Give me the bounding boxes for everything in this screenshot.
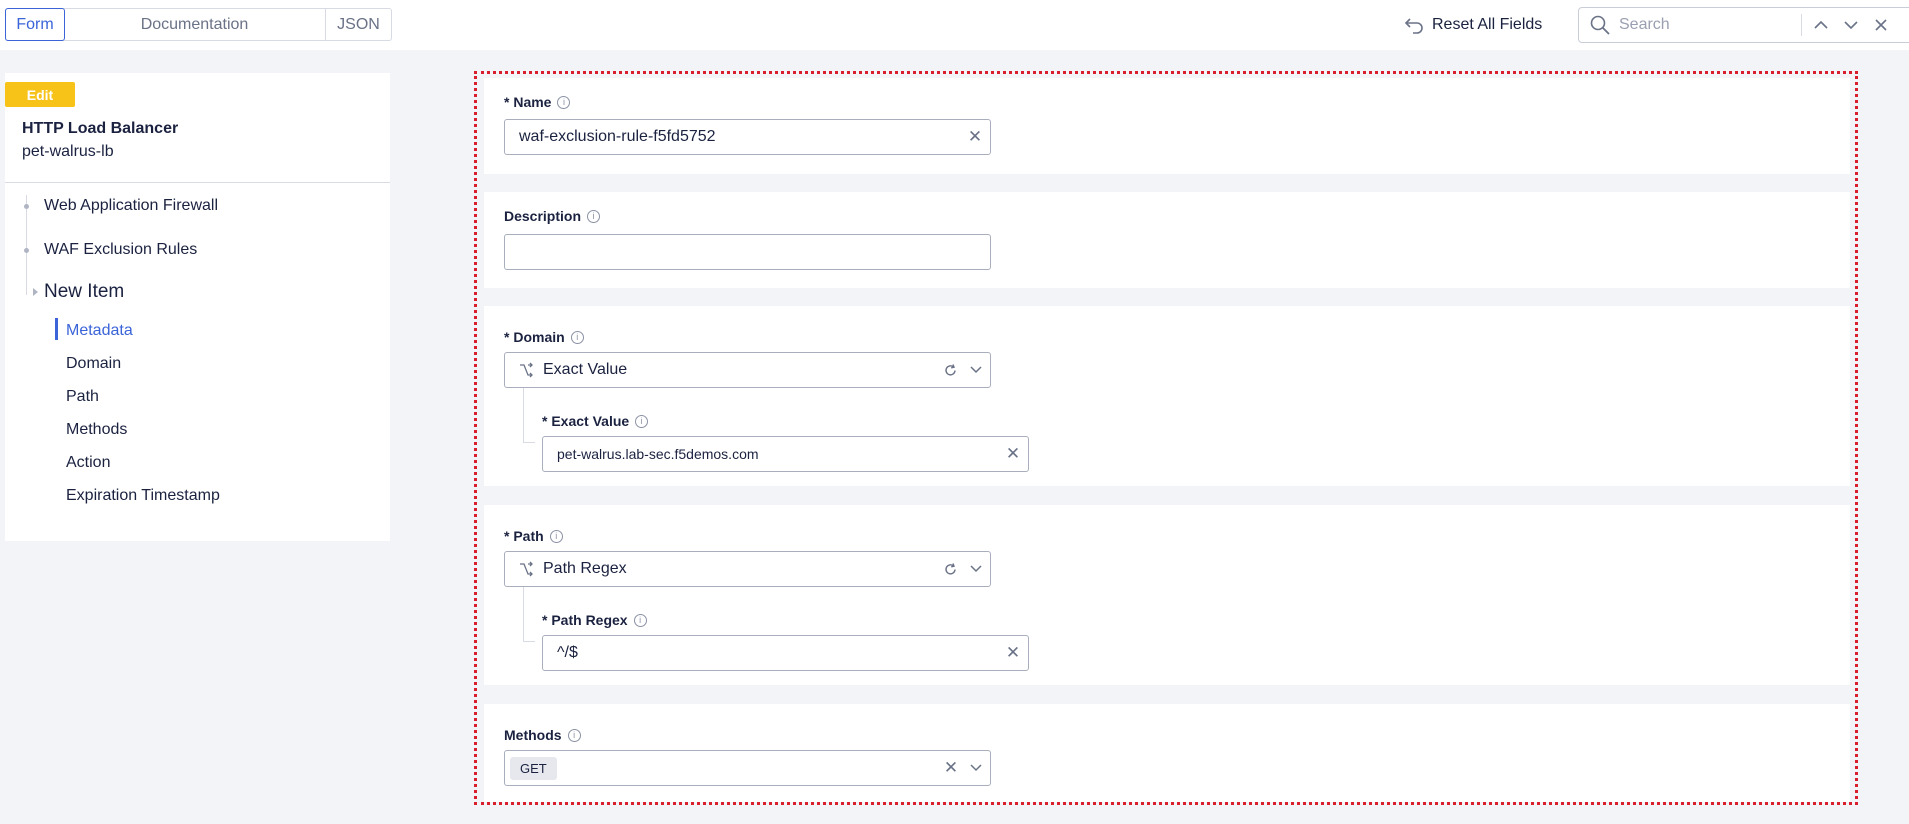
description-label: Description i (504, 208, 601, 224)
tab-documentation[interactable]: Documentation (64, 9, 326, 40)
breadcrumb-line (26, 195, 27, 295)
info-icon[interactable]: i (570, 330, 584, 344)
domain-choice-select[interactable]: Exact Value (504, 352, 991, 388)
exact-value-field[interactable]: pet-walrus.lab-sec.f5demos.com ✕ (542, 436, 1029, 472)
refresh-icon[interactable] (938, 363, 962, 377)
path-regex-label: * Path Regex i (542, 612, 647, 628)
name-field[interactable]: waf-exclusion-rule-f5fd5752 ✕ (504, 119, 991, 155)
info-icon[interactable]: i (635, 414, 649, 428)
name-section: * Name i waf-exclusion-rule-f5fd5752 ✕ (484, 78, 1850, 174)
form-highlight-region: * Name i waf-exclusion-rule-f5fd5752 ✕ D… (474, 71, 1858, 805)
path-choice-select[interactable]: Path Regex (504, 551, 991, 587)
methods-multiselect[interactable]: GET ✕ (504, 750, 991, 786)
path-label: * Path i (504, 528, 563, 544)
search-close-button[interactable] (1870, 14, 1892, 36)
search-divider (1801, 14, 1802, 36)
methods-label: Methods i (504, 727, 581, 743)
section-nav-expiration-timestamp[interactable]: Expiration Timestamp (66, 487, 220, 505)
refresh-icon[interactable] (938, 562, 962, 576)
info-icon[interactable]: i (549, 529, 563, 543)
path-regex-field[interactable]: ^/$ ✕ (542, 635, 1029, 671)
info-icon[interactable]: i (567, 728, 581, 742)
clear-icon[interactable]: ✕ (940, 758, 962, 778)
chevron-up-icon (1814, 20, 1828, 29)
method-tag-get[interactable]: GET (510, 756, 557, 780)
clear-icon[interactable]: ✕ (998, 643, 1028, 663)
info-icon[interactable]: i (633, 613, 647, 627)
exact-value-label: * Exact Value i (542, 413, 649, 429)
choice-icon (517, 560, 535, 578)
section-nav-metadata[interactable]: Metadata (66, 322, 133, 340)
left-nav-panel: Edit HTTP Load Balancer pet-walrus-lb We… (5, 73, 390, 541)
view-tabs: Form Documentation JSON (5, 8, 392, 41)
divider (5, 182, 390, 183)
undo-icon (1404, 18, 1423, 34)
close-icon (1875, 19, 1887, 31)
chevron-down-icon[interactable] (962, 565, 990, 573)
search-icon (1590, 15, 1610, 35)
name-value: waf-exclusion-rule-f5fd5752 (519, 128, 716, 145)
edit-badge: Edit (5, 82, 75, 107)
clear-icon[interactable]: ✕ (960, 127, 990, 147)
path-choice-value: Path Regex (543, 560, 627, 577)
search-prev-button[interactable] (1810, 14, 1832, 36)
breadcrumb-waf-exclusion-rules[interactable]: WAF Exclusion Rules (44, 241, 197, 259)
chevron-down-icon[interactable] (962, 764, 990, 772)
name-label: * Name i (504, 94, 571, 110)
section-nav-action[interactable]: Action (66, 454, 110, 472)
clear-icon[interactable]: ✕ (998, 444, 1028, 464)
domain-section: * Domain i Exact Value * Exact Value i p… (484, 306, 1850, 486)
domain-choice-value: Exact Value (543, 361, 628, 378)
nested-connector (523, 641, 535, 642)
top-bar: Form Documentation JSON Reset All Fields (0, 0, 1909, 50)
active-section-indicator (55, 318, 58, 340)
description-section: Description i (484, 192, 1850, 288)
nested-connector (523, 442, 535, 443)
breadcrumb-dot (24, 248, 29, 253)
info-icon[interactable]: i (557, 95, 571, 109)
breadcrumb-web-application-firewall[interactable]: Web Application Firewall (44, 197, 218, 215)
breadcrumb-current: New Item (44, 281, 125, 302)
info-icon[interactable]: i (587, 209, 601, 223)
reset-all-fields-button[interactable]: Reset All Fields (1404, 13, 1542, 37)
path-section: * Path i Path Regex * Path Regex i ^/$ ✕ (484, 505, 1850, 685)
section-nav-methods[interactable]: Methods (66, 421, 127, 439)
section-nav-path[interactable]: Path (66, 388, 99, 406)
chevron-down-icon (1844, 21, 1858, 30)
methods-section: Methods i GET ✕ (484, 704, 1850, 802)
tab-json[interactable]: JSON (326, 9, 391, 40)
tab-form[interactable]: Form (5, 8, 65, 41)
exact-value-value: pet-walrus.lab-sec.f5demos.com (557, 446, 759, 462)
choice-icon (517, 361, 535, 379)
domain-label: * Domain i (504, 329, 584, 345)
chevron-down-icon[interactable] (962, 366, 990, 374)
path-regex-value: ^/$ (557, 644, 578, 661)
search-input[interactable] (1619, 16, 1799, 34)
breadcrumb-current-marker (33, 288, 38, 296)
breadcrumb-dot (24, 204, 29, 209)
nested-connector (523, 388, 524, 442)
section-nav-domain[interactable]: Domain (66, 355, 121, 373)
reset-label: Reset All Fields (1432, 16, 1543, 33)
search-next-button[interactable] (1840, 14, 1862, 36)
object-name: pet-walrus-lb (22, 143, 114, 160)
object-type-title: HTTP Load Balancer (22, 120, 179, 137)
search-box (1578, 7, 1909, 43)
nested-connector (523, 587, 524, 641)
description-field[interactable] (504, 234, 991, 270)
